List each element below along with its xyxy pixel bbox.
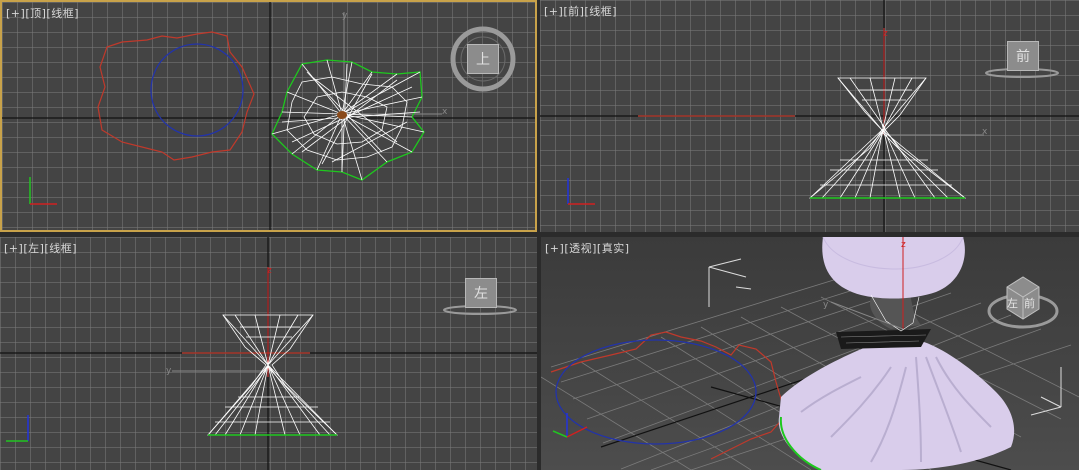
viewcube-ring [987,276,1059,329]
front-axis-x-label: x [982,127,988,137]
viewcube-face-front[interactable]: 前 [1007,41,1039,71]
red-spline-perspective [550,331,787,460]
viewport-perspective[interactable]: [+][透视][真实] z y 左 前 [541,237,1079,470]
viewport-label-perspective[interactable]: [+][透视][真实] [545,240,630,256]
red-spline-shape [97,31,255,161]
viewport-label-front[interactable]: [+][前][线框] [544,3,617,19]
viewcube-face-persp-front[interactable]: 前 [1024,295,1035,311]
persp-axis-z-label: z [901,240,906,250]
viewport-view-name[interactable]: [前] [563,5,584,18]
top-axis-x-label: x [442,107,448,117]
viewcube-face-persp-left[interactable]: 左 [1007,295,1018,311]
axis-tripod-top [29,177,57,205]
viewcube-perspective[interactable]: 左 前 [985,269,1061,331]
viewport-menu-plus[interactable]: [+] [4,242,23,255]
viewport-label-left[interactable]: [+][左][线框] [4,240,77,256]
viewport-view-name[interactable]: [透视] [564,242,597,255]
shaded-mesh-perspective [778,237,1015,470]
left-axis-z-label: z [267,266,272,276]
viewport-menu-plus[interactable]: [+] [6,7,25,20]
left-axis-y-label: y [166,366,172,376]
viewport-left[interactable]: [+][左][线框] z y 左 [0,237,537,470]
blue-circle-shape [150,43,244,137]
viewcube-face-top[interactable]: 上 [467,44,499,74]
front-view-scene: z x [540,0,1079,232]
viewcube-front[interactable]: 前 [984,38,1064,80]
viewport-shading-mode[interactable]: [真实] [597,242,630,255]
viewport-menu-plus[interactable]: [+] [545,242,564,255]
viewport-shading-mode[interactable]: [线框] [46,7,79,20]
viewport-front[interactable]: [+][前][线框] z x 前 [540,0,1079,232]
viewport-top[interactable]: [+][顶][线框] y x 上 [0,0,537,232]
viewcube-face-left[interactable]: 左 [465,278,497,308]
wireframe-mesh-top [271,59,425,181]
viewport-view-name[interactable]: [左] [23,242,44,255]
viewport-view-name[interactable]: [顶] [25,7,46,20]
viewport-shading-mode[interactable]: [线框] [44,242,77,255]
viewcube-top[interactable]: 上 [448,24,518,94]
axis-tripod-perspective [552,413,588,438]
wireframe-hourglass-left [207,314,338,436]
top-axis-y-label: y [342,11,348,21]
wireframe-hourglass-front [808,77,967,199]
persp-axis-y-label: y [823,300,829,310]
viewcube-left[interactable]: 左 [442,275,522,317]
axis-tripod-left [6,415,29,442]
viewport-menu-plus[interactable]: [+] [544,5,563,18]
front-axis-z-label: z [883,29,888,39]
viewport-label-top[interactable]: [+][顶][线框] [6,5,79,21]
viewport-shading-mode[interactable]: [线框] [584,5,617,18]
left-view-scene: z y [0,237,537,470]
axis-tripod-front [567,178,595,205]
